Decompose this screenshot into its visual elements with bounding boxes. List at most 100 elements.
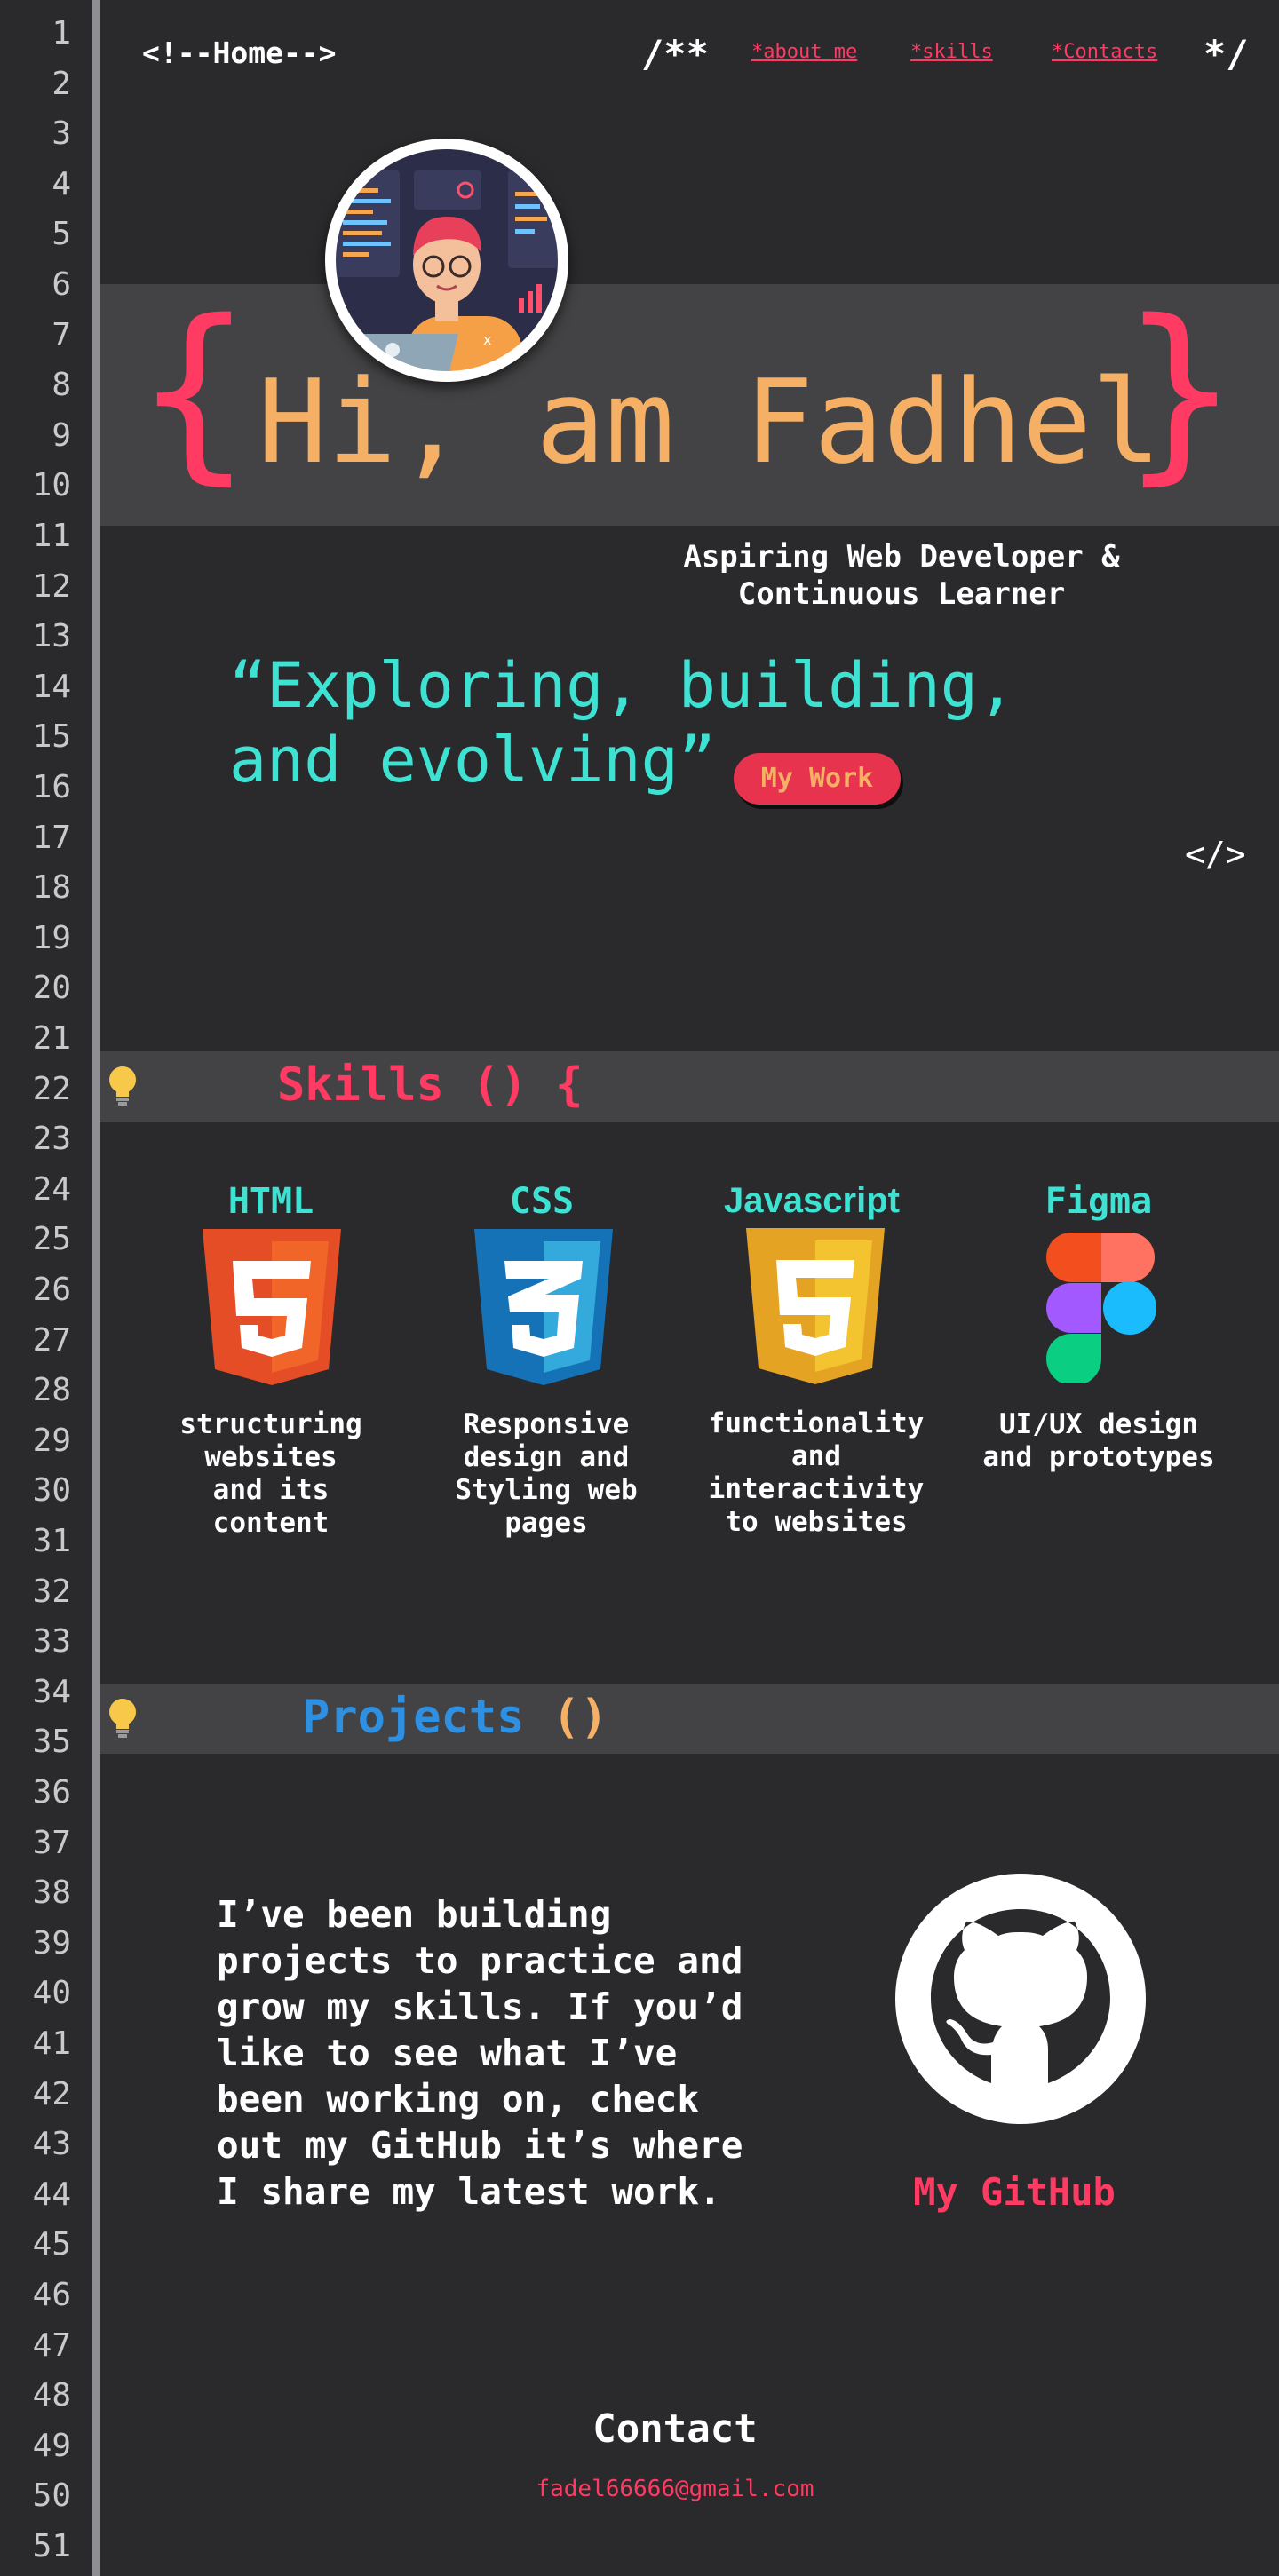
skill-desc-line: and [791,1440,841,1472]
skill-desc: functionality and interactivity to websi… [696,1407,936,1539]
skill-desc: UI/UX design and prototypes [979,1408,1219,1474]
line-number: 27 [32,1322,71,1359]
line-number: 24 [32,1171,71,1208]
nav-close-comment: */ [1204,32,1249,75]
skill-desc-line: and its [212,1474,330,1506]
skill-desc-line: pages [504,1507,588,1539]
line-number: 40 [32,1975,71,2011]
projects-text-line: projects to practice and [217,1939,743,1982]
projects-band [100,1684,1279,1754]
line-number: 42 [32,2076,71,2112]
line-number: 29 [32,1423,71,1459]
nav-skills-link[interactable]: *skills [910,41,993,63]
skill-card-css: CSS Responsive design and Styling web pa… [426,1181,666,1540]
my-work-button[interactable]: My Work [734,753,901,805]
hero-subtitle-line: Aspiring Web Developer & [683,539,1120,575]
line-number: 10 [32,467,71,503]
line-number: 8 [52,367,71,403]
line-number: 51 [32,2528,71,2564]
lightbulb-icon [105,1696,140,1740]
skill-title: HTML [227,1181,314,1222]
projects-text-line: grow my skills. If you’d [217,1986,743,2028]
line-number: 47 [32,2327,71,2364]
line-number: 23 [32,1121,71,1157]
github-icon[interactable] [895,1874,1146,2124]
line-number: 35 [32,1724,71,1760]
skill-title: CSS [509,1181,575,1222]
skill-desc-line: content [212,1507,330,1539]
skill-desc-line: Responsive [463,1408,630,1440]
projects-heading: Projects () [302,1691,608,1744]
hero-subtitle-line: Continuous Learner [737,576,1066,612]
nav-contacts-link[interactable]: *Contacts [1052,41,1157,63]
line-number: 4 [52,166,71,202]
line-number: 2 [52,66,71,102]
nav-open-comment: /** [641,32,709,75]
line-number: 44 [32,2176,71,2213]
hero-brace-close: } [1119,279,1241,502]
projects-text-line: out my GitHub it’s where [217,2124,743,2167]
line-number: 13 [32,618,71,654]
html5-icon [203,1229,391,1389]
skill-desc-line: and prototypes [982,1441,1215,1473]
line-number: 32 [32,1573,71,1610]
projects-text-line: I share my latest work. [217,2170,721,2213]
line-number: 6 [52,266,71,303]
line-number: 20 [32,970,71,1006]
skill-desc-line: UI/UX design [999,1408,1198,1440]
line-number: 45 [32,2226,71,2263]
skill-desc-line: design and [463,1441,630,1473]
projects-description: I’ve been building projects to practice … [217,1891,743,2215]
skill-desc-line: Styling web [455,1474,638,1506]
line-number: 16 [32,769,71,805]
line-number: 9 [52,417,71,454]
nav-about-link[interactable]: *about me [751,41,857,63]
skill-desc: structuring websites and its content [151,1408,391,1540]
skill-desc-line: structuring [179,1408,362,1440]
line-number: 49 [32,2428,71,2464]
skill-desc-line: to websites [725,1506,908,1538]
line-number: 46 [32,2277,71,2313]
my-github-link[interactable]: My GitHub [853,2170,1176,2214]
line-number: 7 [52,317,71,353]
skill-desc-line: websites [204,1441,338,1473]
avatar: x [325,139,568,382]
javascript-icon [746,1228,936,1388]
line-number: 37 [32,1825,71,1861]
line-number: 31 [32,1523,71,1559]
line-number: 3 [52,115,71,152]
line-number: 5 [52,216,71,252]
line-number: 48 [32,2377,71,2414]
projects-text-line: I’ve been building [217,1893,612,1936]
line-number: 28 [32,1372,71,1408]
skills-heading: Skills () { [277,1058,583,1112]
hero-brace-open: { [133,279,255,502]
line-number: 39 [32,1925,71,1962]
line-number: 30 [32,1472,71,1509]
line-number: 36 [32,1774,71,1811]
line-number: 17 [32,820,71,856]
line-number: 41 [32,2025,71,2062]
line-number: 11 [32,518,71,554]
contact-email-link[interactable]: fadel66666@gmail.com [497,2476,853,2502]
projects-heading-parens: () [552,1691,608,1744]
projects-heading-text: Projects [302,1691,525,1744]
projects-text-line: been working on, check [217,2078,700,2120]
skill-title: Figma [1045,1181,1153,1222]
hero-title: Hi, am Fadhel [258,354,1162,489]
line-number: 14 [32,669,71,705]
line-number: 43 [32,2126,71,2162]
line-number: 25 [32,1221,71,1257]
nav-home-link[interactable]: <!--Home--> [142,36,337,70]
line-number: 26 [32,1272,71,1308]
skills-heading-text: Skills [277,1058,444,1112]
line-number: 38 [32,1875,71,1911]
line-number: 15 [32,718,71,755]
contact-heading: Contact [592,2406,758,2452]
hero-quote-line: “Exploring, building, [229,649,1016,722]
line-number: 50 [32,2477,71,2514]
line-number: 33 [32,1623,71,1660]
skill-card-figma: Figma UI/UX design and prototypes [979,1181,1219,1474]
hero-close-tag: </> [1185,835,1246,874]
svg-text:x: x [483,331,491,348]
